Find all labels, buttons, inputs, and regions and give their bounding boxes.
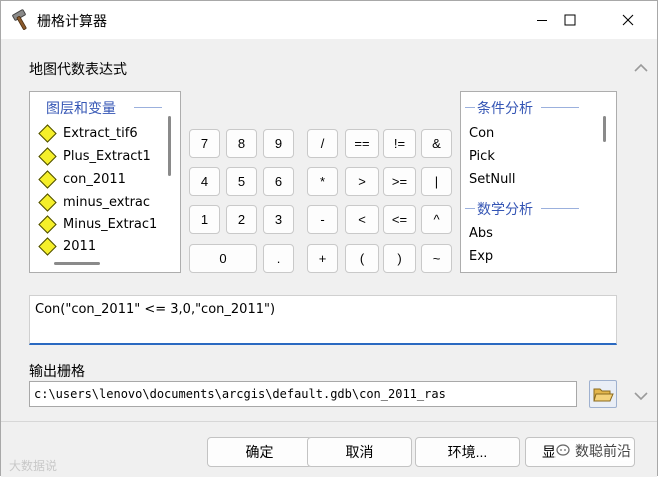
layer-item[interactable]: Minus_Extrac1 [38,213,157,235]
key-greater[interactable]: > [345,167,379,196]
key-1[interactable]: 1 [189,205,220,234]
layers-list[interactable]: 图层和变量 Extract_tif6 Plus_Extract1 con_201… [29,91,181,273]
key-decimal[interactable]: . [263,244,294,273]
key-multiply[interactable]: * [307,167,338,196]
key-greater-equal[interactable]: >= [383,167,416,196]
title-bar: 栅格计算器 [1,1,657,39]
key-5[interactable]: 5 [226,167,257,196]
key-7[interactable]: 7 [189,129,220,158]
functions-scrollbar-thumb[interactable] [603,116,606,142]
chat-bubble-icon [556,444,570,456]
output-raster-field[interactable]: c:\users\lenovo\documents\arcgis\default… [29,381,577,407]
function-item[interactable]: SetNull [469,172,516,187]
key-minus[interactable]: - [307,205,338,234]
key-close-paren[interactable]: ) [383,244,416,273]
layer-diamond-icon [38,123,57,143]
group-divider [465,208,475,209]
layers-group-title: 图层和变量 [46,101,116,117]
dialog-scrollbar[interactable] [626,53,656,423]
functions-list[interactable]: 条件分析 Con Pick SetNull 数学分析 Abs Exp [460,91,617,273]
maximize-button[interactable] [547,1,593,39]
key-6[interactable]: 6 [263,167,294,196]
key-open-paren[interactable]: ( [345,244,379,273]
group-divider [541,208,579,209]
layers-scrollbar-thumb[interactable] [168,116,171,176]
scroll-up-icon [634,63,648,72]
key-plus[interactable]: + [307,244,338,273]
open-folder-icon [593,388,614,402]
watermark-right: 数聪前沿 [554,441,633,461]
key-2[interactable]: 2 [226,205,257,234]
group-divider [465,107,475,108]
layer-item[interactable]: 2011 [38,235,96,257]
function-item[interactable]: Exp [469,249,493,264]
key-4[interactable]: 4 [189,167,220,196]
layer-item[interactable]: minus_extrac [38,191,150,213]
math-group-title: 数学分析 [477,202,533,218]
close-button[interactable] [605,1,651,39]
watermark-left: 大数据说 [9,459,58,473]
hammer-icon [11,9,33,31]
layer-diamond-icon [38,236,57,256]
key-or[interactable]: | [421,167,452,196]
key-less-equal[interactable]: <= [383,205,416,234]
function-item[interactable]: Abs [469,226,493,241]
ok-button[interactable]: 确定 [207,437,312,467]
environments-button[interactable]: 环境... [415,437,520,467]
key-not-equal[interactable]: != [383,129,416,158]
layer-diamond-icon [38,192,57,212]
key-xor[interactable]: ^ [421,205,452,234]
layer-item[interactable]: Extract_tif6 [38,122,138,144]
expression-text: Con("con_2011" <= 3,0,"con_2011") [35,302,276,317]
conditional-group-title: 条件分析 [477,101,533,117]
key-equal[interactable]: == [345,129,379,158]
layer-item[interactable]: Plus_Extract1 [38,145,151,167]
expression-section-label: 地图代数表达式 [29,62,127,78]
key-divide[interactable]: / [307,129,338,158]
group-divider [541,107,579,108]
group-divider [134,107,162,108]
key-3[interactable]: 3 [263,205,294,234]
maximize-icon [564,14,576,26]
layer-diamond-icon [38,169,57,189]
layers-hscrollbar-thumb[interactable] [54,262,100,265]
function-item[interactable]: Pick [469,149,495,164]
key-not[interactable]: ~ [421,244,452,273]
layer-item[interactable]: con_2011 [38,168,126,190]
scroll-down-icon [634,392,648,401]
key-and[interactable]: & [421,129,452,158]
close-icon [622,14,634,26]
layer-diamond-icon [38,146,57,166]
raster-calculator-window: 栅格计算器 地图代数表达式 图层和变量 Extract_tif6 Plus_Ex… [0,0,658,477]
cancel-button[interactable]: 取消 [307,437,412,467]
browse-button[interactable] [589,380,617,408]
output-raster-label: 输出栅格 [29,364,85,380]
function-item[interactable]: Con [469,126,494,141]
key-less[interactable]: < [345,205,379,234]
key-8[interactable]: 8 [226,129,257,158]
layer-diamond-icon [38,214,57,234]
key-0[interactable]: 0 [189,244,257,273]
window-title: 栅格计算器 [37,14,107,30]
expression-textbox[interactable]: Con("con_2011" <= 3,0,"con_2011") [29,295,617,345]
key-9[interactable]: 9 [263,129,294,158]
